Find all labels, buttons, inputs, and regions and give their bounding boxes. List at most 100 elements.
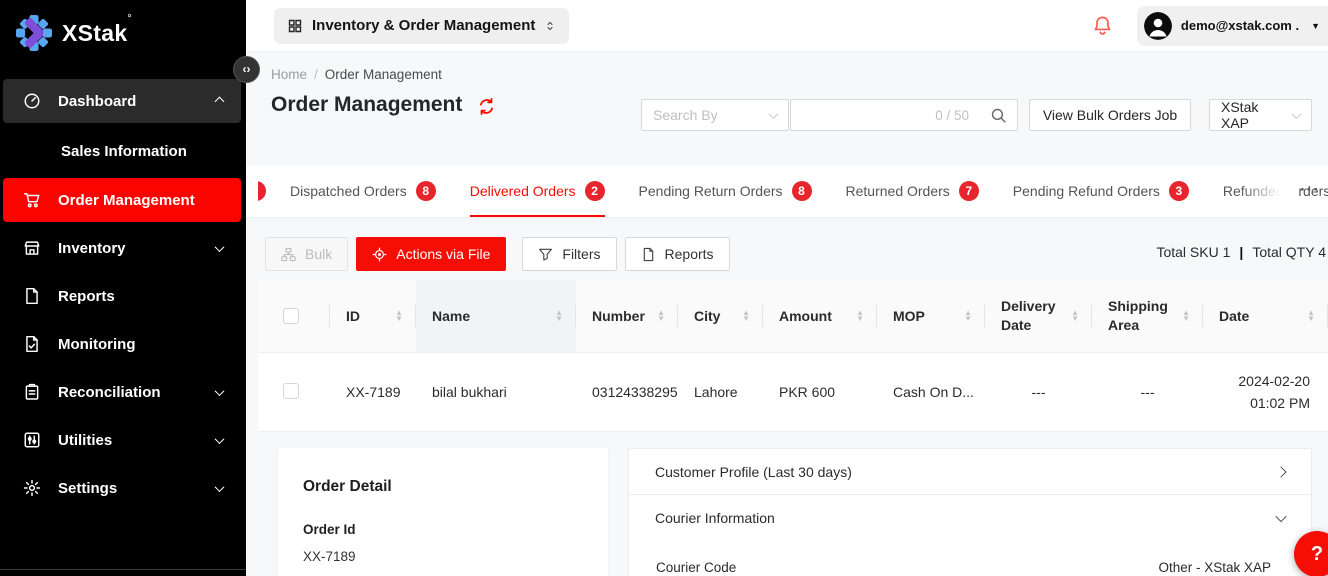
totals-divider: | — [1239, 244, 1243, 260]
cell-mop: Cash On D... — [877, 384, 985, 400]
sort-icon[interactable]: ▲▼ — [395, 310, 403, 323]
sidebar-item-reconciliation[interactable]: Reconciliation — [3, 370, 241, 414]
sort-icon[interactable]: ▲▼ — [1071, 310, 1079, 323]
bulk-button[interactable]: Bulk — [265, 237, 348, 271]
sidebar-item-monitoring[interactable]: Monitoring — [3, 322, 241, 366]
bulk-label: Bulk — [305, 246, 332, 262]
grid-icon — [287, 18, 303, 34]
cart-icon — [23, 191, 41, 209]
tabs-overflow-button[interactable]: ··· — [1300, 180, 1320, 200]
tab-dispatched-orders[interactable]: Dispatched Orders 8 — [290, 165, 436, 217]
column-header-city[interactable]: City ▲▼ — [678, 280, 763, 352]
sidebar-item-label: Monitoring — [58, 336, 135, 353]
sidebar-item-utilities[interactable]: Utilities — [3, 418, 241, 462]
column-header-id[interactable]: ID ▲▼ — [330, 280, 416, 352]
sort-icon[interactable]: ▲▼ — [657, 310, 665, 323]
sidebar-item-label: Dashboard — [58, 93, 136, 110]
sidebar-item-label: Order Management — [58, 192, 195, 209]
user-menu[interactable]: demo@xstak.com . ▼ — [1137, 6, 1328, 46]
filters-button[interactable]: Filters — [522, 237, 616, 271]
tabs-viewport: Dispatched Orders 8 Delivered Orders 2 P… — [258, 165, 1328, 217]
cell-id: XX-7189 — [330, 384, 416, 400]
updown-caret-icon — [544, 19, 556, 33]
search-counter: 0 / 50 — [935, 108, 969, 123]
actions-via-file-button[interactable]: Actions via File — [356, 237, 506, 271]
select-all-cell — [258, 280, 330, 352]
sort-icon[interactable]: ▲▼ — [1307, 310, 1315, 323]
sidebar-item-sales-information[interactable]: Sales Information — [3, 133, 241, 170]
app-switcher[interactable]: Inventory & Order Management — [274, 8, 569, 44]
refresh-icon[interactable] — [477, 97, 496, 116]
select-all-checkbox[interactable] — [283, 308, 299, 324]
brand-logo: XStak° — [0, 0, 246, 51]
sort-icon[interactable]: ▲▼ — [1182, 310, 1190, 323]
sidebar-item-label: Reconciliation — [58, 384, 161, 401]
row-checkbox[interactable] — [283, 383, 299, 399]
sidebar-item-order-management[interactable]: Order Management — [3, 178, 241, 222]
breadcrumb-home[interactable]: Home — [271, 67, 307, 82]
cell-city: Lahore — [678, 384, 763, 400]
sidebar-item-settings[interactable]: Settings — [3, 466, 241, 510]
notification-bell-icon[interactable] — [1092, 15, 1113, 36]
store-icon — [23, 239, 41, 257]
total-sku: Total SKU 1 — [1156, 244, 1230, 260]
tab-pending-refund-orders[interactable]: Pending Refund Orders 3 — [1013, 165, 1189, 217]
caret-down-icon: ▼ — [1311, 21, 1320, 31]
reports-button[interactable]: Reports — [625, 237, 730, 271]
order-detail-card: Order Detail Order Id XX-7189 — [278, 448, 608, 576]
tab-pending-return-orders[interactable]: Pending Return Orders 8 — [639, 165, 812, 217]
channel-select[interactable]: XStak XAP — [1209, 99, 1312, 131]
chevron-right-icon — [1275, 466, 1286, 477]
column-header-date[interactable]: Date ▲▼ — [1203, 280, 1328, 352]
funnel-icon — [538, 247, 553, 262]
view-bulk-orders-job-button[interactable]: View Bulk Orders Job — [1029, 99, 1191, 131]
sidebar-item-label: Settings — [58, 480, 117, 497]
sort-icon[interactable]: ▲▼ — [555, 310, 563, 323]
sidebar-item-reports[interactable]: Reports — [3, 274, 241, 318]
tab-label: Returned Orders — [846, 183, 950, 199]
cell-number: 03124338295 — [576, 384, 678, 400]
tab-label: Pending Refund Orders — [1013, 183, 1160, 199]
cell-time-value: 01:02 PM — [1203, 392, 1310, 414]
clipboard-icon — [23, 383, 41, 401]
chevron-down-icon — [215, 242, 225, 252]
column-header-shipping-area[interactable]: Shipping Area ▲▼ — [1092, 280, 1203, 352]
xstak-logo-icon — [16, 15, 52, 51]
actions-toolbar: Bulk Actions via File Filters Reports — [246, 237, 1328, 271]
search-button[interactable] — [979, 99, 1018, 131]
column-header-mop[interactable]: MOP ▲▼ — [877, 280, 985, 352]
sidebar-item-inventory[interactable]: Inventory — [3, 226, 241, 270]
tab-delivered-orders[interactable]: Delivered Orders 2 — [470, 165, 605, 217]
sort-icon[interactable]: ▲▼ — [964, 310, 972, 323]
chevron-down-icon — [215, 386, 225, 396]
sort-icon[interactable]: ▲▼ — [856, 310, 864, 323]
sidebar-item-dashboard[interactable]: Dashboard — [3, 79, 241, 123]
breadcrumb-current: Order Management — [325, 67, 442, 82]
column-header-number[interactable]: Number ▲▼ — [576, 280, 678, 352]
tab-returned-orders[interactable]: Returned Orders 7 — [846, 165, 979, 217]
main-content: Home/Order Management Order Management S… — [246, 52, 1328, 576]
help-button[interactable]: ? — [1294, 531, 1328, 576]
chevron-down-icon — [215, 482, 225, 492]
tab-count-badge: 8 — [792, 181, 812, 201]
actions-via-file-label: Actions via File — [396, 246, 490, 262]
view-bulk-orders-job-label: View Bulk Orders Job — [1043, 107, 1177, 123]
column-header-amount[interactable]: Amount ▲▼ — [763, 280, 877, 352]
accordion-customer-profile[interactable]: Customer Profile (Last 30 days) — [628, 448, 1312, 495]
cell-amount: PKR 600 — [763, 384, 877, 400]
order-id-label: Order Id — [303, 522, 583, 537]
order-detail-title: Order Detail — [303, 478, 583, 496]
monitoring-icon — [23, 335, 41, 353]
accordion-courier-information[interactable]: Courier Information — [628, 494, 1312, 541]
search-by-select[interactable]: Search By — [641, 99, 789, 131]
column-header-name[interactable]: Name ▲▼ — [416, 280, 576, 352]
search-field: 0 / 50 — [790, 99, 980, 131]
chevron-down-icon — [1275, 510, 1286, 521]
sidebar-collapse-button[interactable]: ‹› — [233, 56, 260, 83]
filters-label: Filters — [562, 246, 600, 262]
search-input[interactable] — [801, 107, 921, 123]
column-header-delivery-date[interactable]: Delivery Date ▲▼ — [985, 280, 1092, 352]
table-row[interactable]: XX-7189 bilal bukhari 03124338295 Lahore… — [258, 352, 1328, 432]
sort-icon[interactable]: ▲▼ — [742, 310, 750, 323]
report-file-icon — [23, 287, 41, 305]
